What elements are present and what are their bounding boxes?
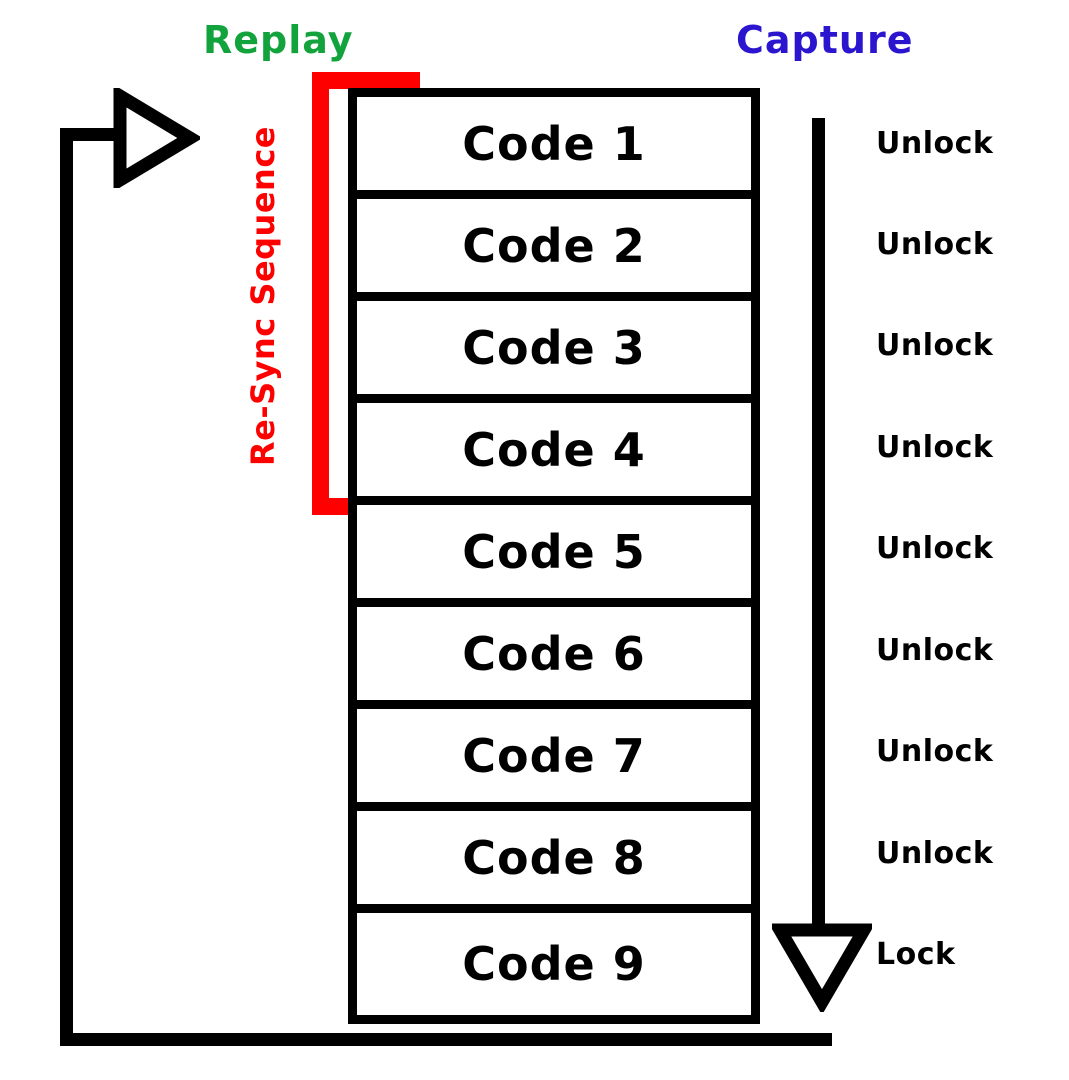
triangle-right-arrow-icon — [113, 88, 200, 188]
capture-label: Capture — [736, 18, 914, 62]
code-row[interactable]: Code 6 — [357, 607, 751, 709]
code-label: Code 1 — [462, 116, 646, 171]
status-label: Unlock — [876, 531, 994, 566]
replay-loop-bottom-line — [60, 1033, 832, 1046]
status-label: Unlock — [876, 633, 994, 668]
diagram-canvas: Replay Capture Re-Sync Sequence Code 1 C… — [0, 0, 1069, 1080]
code-row[interactable]: Code 4 — [357, 403, 751, 505]
status-label: Unlock — [876, 126, 994, 161]
triangle-down-arrow-icon — [772, 923, 872, 1012]
code-label: Code 9 — [462, 937, 646, 991]
code-row[interactable]: Code 9 — [357, 913, 751, 1015]
status-label: Unlock — [876, 227, 994, 262]
status-label: Unlock — [876, 328, 994, 363]
code-label: Code 4 — [462, 422, 646, 477]
code-row[interactable]: Code 2 — [357, 199, 751, 301]
code-label: Code 5 — [462, 524, 646, 579]
code-label: Code 2 — [462, 218, 646, 273]
code-row[interactable]: Code 1 — [357, 97, 751, 199]
code-label: Code 3 — [462, 320, 646, 375]
resync-bracket-left-segment — [312, 72, 329, 515]
status-label: Unlock — [876, 430, 994, 465]
code-row[interactable]: Code 8 — [357, 811, 751, 913]
code-list: Code 1 Code 2 Code 3 Code 4 Code 5 Code … — [348, 88, 760, 1024]
code-label: Code 6 — [462, 626, 646, 681]
capture-flow-line — [812, 118, 825, 930]
status-label: Unlock — [876, 734, 994, 769]
code-row[interactable]: Code 5 — [357, 505, 751, 607]
code-row[interactable]: Code 7 — [357, 709, 751, 811]
replay-loop-left-line — [60, 128, 73, 1046]
code-label: Code 7 — [462, 728, 646, 783]
code-label: Code 8 — [462, 830, 646, 885]
code-row[interactable]: Code 3 — [357, 301, 751, 403]
status-label: Lock — [876, 937, 956, 972]
status-label: Unlock — [876, 836, 994, 871]
replay-label: Replay — [203, 18, 354, 62]
resync-sequence-label: Re-Sync Sequence — [244, 126, 282, 467]
